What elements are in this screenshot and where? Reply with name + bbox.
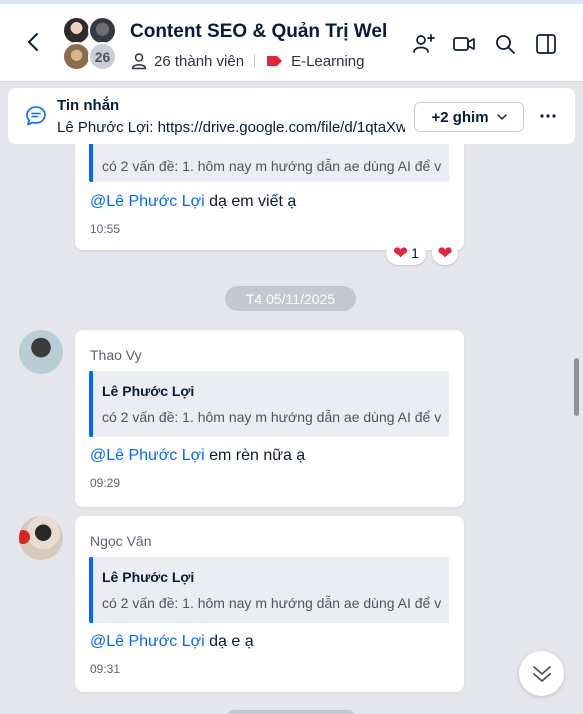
back-button[interactable] — [22, 30, 46, 54]
date-separator: T4 05/11/2025 — [225, 286, 356, 311]
quoted-message[interactable]: Lê Phước Lợi có 2 vấn đề: 1. hôm nay m h… — [89, 557, 449, 623]
video-camera-icon — [453, 37, 475, 51]
date-separator-partial — [228, 710, 354, 714]
chevron-down-icon — [496, 114, 507, 120]
message-text: @Lê Phước Lợi dạ em viết ạ — [90, 193, 296, 211]
message-bubble[interactable]: Ngọc Vân Lê Phước Lợi có 2 vấn đề: 1. hô… — [75, 516, 464, 692]
message-time: 09:31 — [90, 662, 121, 676]
search-button[interactable] — [493, 32, 517, 56]
more-horizontal-icon[interactable] — [538, 108, 558, 124]
message-time: 09:29 — [90, 476, 121, 490]
quoted-message[interactable]: Lê Phước Lợi có 2 vấn đề: 1. hôm nay m h… — [89, 371, 449, 437]
divider — [254, 54, 256, 68]
chat-header: 26 Content SEO & Quản Trị Website 26 thà… — [0, 4, 583, 82]
sidebar-panel-icon — [536, 34, 556, 54]
search-icon — [496, 35, 515, 54]
pinned-count-button[interactable]: +2 ghim — [414, 102, 524, 132]
pinned-message-bar[interactable]: Tin nhắn Lê Phước Lợi: https://drive.goo… — [8, 88, 575, 144]
message-bubble[interactable]: Thao Vy Lê Phước Lợi có 2 vấn đề: 1. hôm… — [75, 330, 464, 507]
scroll-to-bottom-button[interactable] — [519, 651, 564, 696]
message-content: dạ e ạ — [204, 633, 254, 650]
quote-author: Lê Phước Lợi — [102, 383, 195, 399]
sender-name: Thao Vy — [90, 347, 142, 363]
message-content: em rèn nữa ạ — [204, 447, 306, 464]
message-time: 10:55 — [90, 222, 121, 236]
mention-link[interactable]: @Lê Phước Lợi — [90, 633, 205, 650]
pinned-title: Tin nhắn — [57, 97, 120, 114]
message-content: dạ em viết ạ — [204, 193, 297, 210]
sidebar-toggle-button[interactable] — [534, 32, 558, 56]
mention-link[interactable]: @Lê Phước Lợi — [90, 193, 205, 210]
category-label[interactable]: E-Learning — [291, 53, 364, 70]
reaction-count-value: 1 — [411, 245, 419, 261]
sender-avatar[interactable] — [19, 330, 63, 374]
pinned-text: Lê Phước Lợi: https://drive.google.com/f… — [57, 119, 405, 136]
react-button[interactable]: ❤ — [432, 241, 458, 265]
group-meta: 26 thành viên E-Learning — [130, 51, 364, 71]
add-user-icon — [413, 34, 435, 53]
scrollbar-thumb[interactable] — [574, 358, 579, 416]
person-icon — [131, 53, 147, 70]
member-count-badge: 26 — [88, 42, 117, 71]
chevron-left-icon — [28, 33, 38, 51]
tag-icon — [267, 56, 283, 66]
sender-avatar[interactable] — [19, 516, 63, 560]
sender-name: Ngọc Vân — [90, 533, 152, 549]
group-avatar[interactable]: 26 — [60, 14, 118, 72]
quote-text: có 2 vấn đề: 1. hôm nay m hướng dẫn ae d… — [102, 158, 442, 174]
message-text: @Lê Phước Lợi em rèn nữa ạ — [90, 447, 305, 465]
members-label[interactable]: 26 thành viên — [154, 53, 244, 70]
quote-text: có 2 vấn đề: 1. hôm nay m hướng dẫn ae d… — [102, 595, 442, 611]
member-avatar — [62, 16, 91, 45]
add-member-button[interactable] — [412, 32, 436, 56]
chat-bubble-icon — [26, 106, 46, 126]
heart-icon: ❤ — [393, 243, 409, 263]
quote-text: có 2 vấn đề: 1. hôm nay m hướng dẫn ae d… — [102, 409, 442, 425]
group-title[interactable]: Content SEO & Quản Trị Website — [130, 21, 386, 47]
pinned-count-label: +2 ghim — [431, 108, 489, 126]
double-chevron-down-icon — [532, 665, 551, 682]
flag-badge — [19, 530, 30, 544]
member-avatar — [62, 42, 91, 71]
message-text: @Lê Phước Lợi dạ e ạ — [90, 633, 254, 651]
reaction-count[interactable]: ❤ 1 — [386, 241, 426, 265]
quote-author: Lê Phước Lợi — [102, 569, 195, 585]
mention-link[interactable]: @Lê Phước Lợi — [90, 447, 205, 464]
member-avatar — [88, 16, 117, 45]
video-call-button[interactable] — [452, 32, 476, 56]
heart-icon: ❤ — [437, 243, 453, 263]
